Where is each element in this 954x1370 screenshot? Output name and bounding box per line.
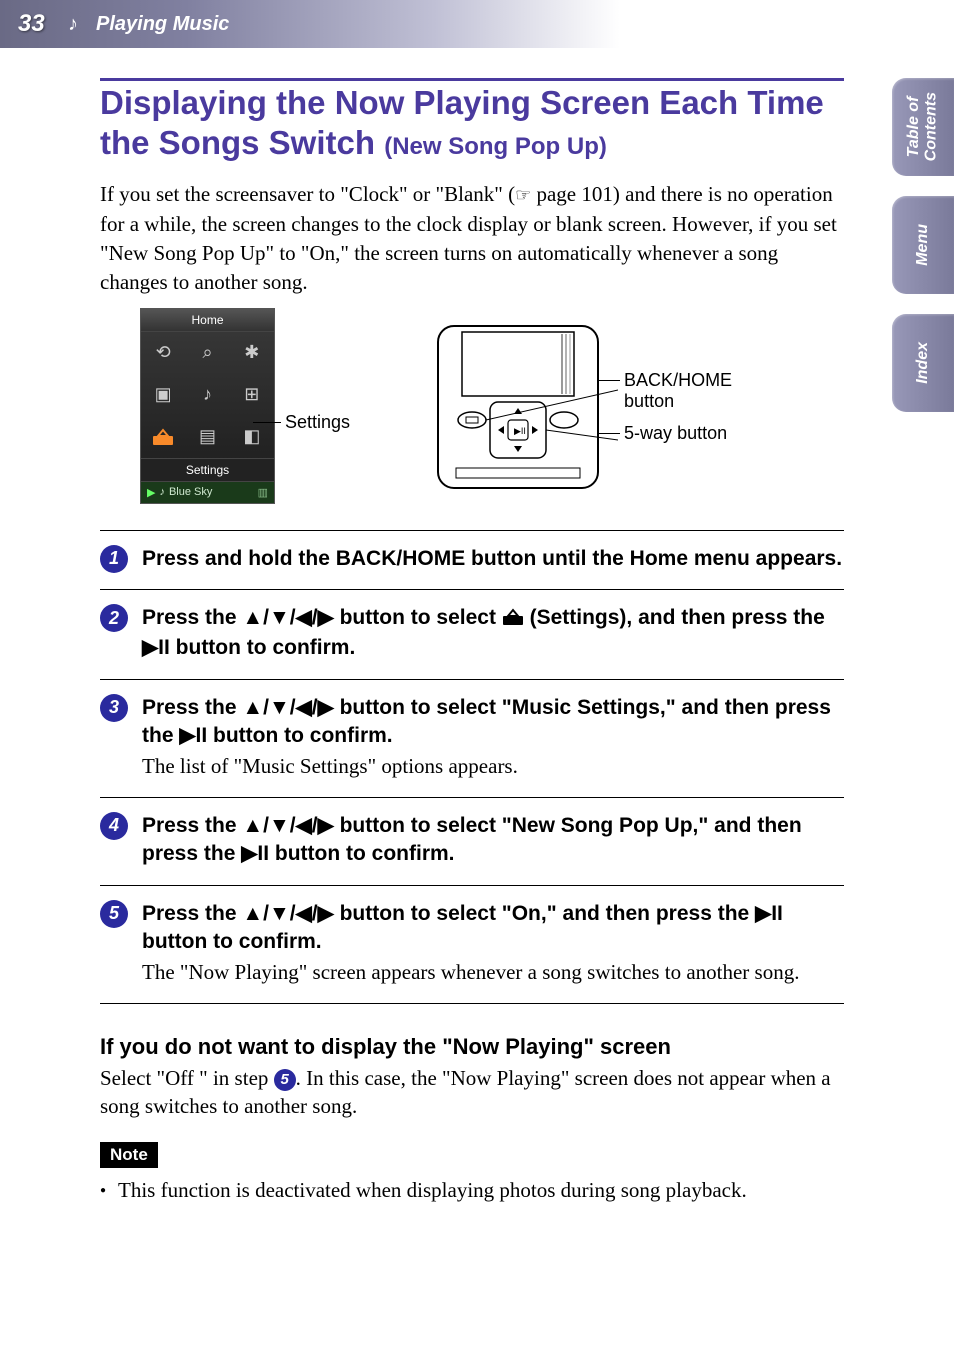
title-rule [100,78,844,81]
svg-text:▶II: ▶II [514,426,526,436]
tab-index[interactable]: Index [892,314,954,412]
music-note-icon: ♪ [68,13,78,36]
fm-icon: ▤ [185,416,229,458]
home-selected-label: Settings [141,458,274,481]
step-number-3: 3 [100,694,128,722]
bluetooth-icon: ✱ [230,332,274,374]
alt-body: Select "Off " in step 5. In this case, t… [100,1064,844,1121]
home-nowplaying-bar: ▶ ♪ Blue Sky ▥ [141,481,274,503]
diagram-row: Home ⟲ ⌕ ✱ ▣ ♪ ⊞ ▤ ◧ Settings ▶ ♪ Blue S… [100,308,844,504]
steps-list: 1 Press and hold the BACK/HOME button un… [100,530,844,1004]
step-ref-5: 5 [274,1069,296,1091]
device-diagram: ▶II BACK/HOME button 5-way button [428,322,618,492]
play-pause-glyph: ▶II [241,842,269,865]
note-list: This function is deactivated when displa… [100,1178,844,1203]
step-number-1: 1 [100,545,128,573]
alt-heading: If you do not want to display the "Now P… [100,1034,844,1060]
step-4-text: Press the ▲/▼/◀/▶ button to select "New … [142,812,844,869]
play-pause-glyph: ▶II [755,902,783,925]
home-menu-title: Home [141,309,274,332]
step-3: 3 Press the ▲/▼/◀/▶ button to select "Mu… [100,679,844,797]
step-2-text: Press the ▲/▼/◀/▶ button to select (Sett… [142,604,844,663]
step-5-body: The "Now Playing" screen appears wheneve… [142,958,844,986]
dpad-arrows-glyph: ▲/▼/◀/▶ [242,814,333,837]
track-note-icon: ♪ [159,486,165,498]
side-tabs: Table of Contents Menu Index [892,78,954,412]
dpad-arrows-glyph: ▲/▼/◀/▶ [242,606,333,629]
step-1-text: Press and hold the BACK/HOME button unti… [142,545,844,573]
page-number: 33 [18,10,68,38]
dpad-arrows-glyph: ▲/▼/◀/▶ [242,902,333,925]
home-menu-diagram: Home ⟲ ⌕ ✱ ▣ ♪ ⊞ ▤ ◧ Settings ▶ ♪ Blue S… [140,308,275,504]
page-title: Displaying the Now Playing Screen Each T… [100,83,844,162]
step-number-4: 4 [100,812,128,840]
music-icon: ♪ [185,374,229,416]
step-5-text: Press the ▲/▼/◀/▶ button to select "On,"… [142,900,844,957]
photo-icon: ▣ [141,374,185,416]
step-3-body: The list of "Music Settings" options app… [142,752,844,780]
page-header: 33 ♪ Playing Music [0,0,954,48]
backhome-callout-label: BACK/HOME button [624,370,734,413]
alt-subsection: If you do not want to display the "Now P… [100,1034,844,1121]
step-1: 1 Press and hold the BACK/HOME button un… [100,530,844,589]
settings-callout-label: Settings [285,412,350,433]
settings-icon [141,416,185,458]
tab-menu[interactable]: Menu [892,196,954,294]
play-indicator-icon: ▶ [147,486,155,499]
play-pause-glyph: ▶II [179,724,207,747]
tab-table-of-contents[interactable]: Table of Contents [892,78,954,176]
step-4: 4 Press the ▲/▼/◀/▶ button to select "Ne… [100,797,844,885]
search-icon: ⌕ [185,332,229,374]
intro-paragraph: If you set the screensaver to "Clock" or… [100,180,844,298]
step-number-5: 5 [100,900,128,928]
dpad-arrows-glyph: ▲/▼/◀/▶ [242,696,333,719]
battery-icon: ▥ [258,486,268,499]
settings-icon-inline [502,606,524,634]
step-number-2: 2 [100,604,128,632]
step-3-text: Press the ▲/▼/◀/▶ button to select "Musi… [142,694,844,751]
play-pause-glyph: ▶II [142,636,170,659]
step-5: 5 Press the ▲/▼/◀/▶ button to select "On… [100,885,844,1004]
shuffle-icon: ⟲ [141,332,185,374]
page-ref-icon: ☞ [515,185,531,205]
video-icon: ⊞ [230,374,274,416]
step-2: 2 Press the ▲/▼/◀/▶ button to select (Se… [100,589,844,679]
fiveway-callout-label: 5-way button [624,423,734,445]
note-tag: Note [100,1142,158,1168]
section-name: Playing Music [96,13,229,36]
note-item: This function is deactivated when displa… [100,1178,844,1203]
